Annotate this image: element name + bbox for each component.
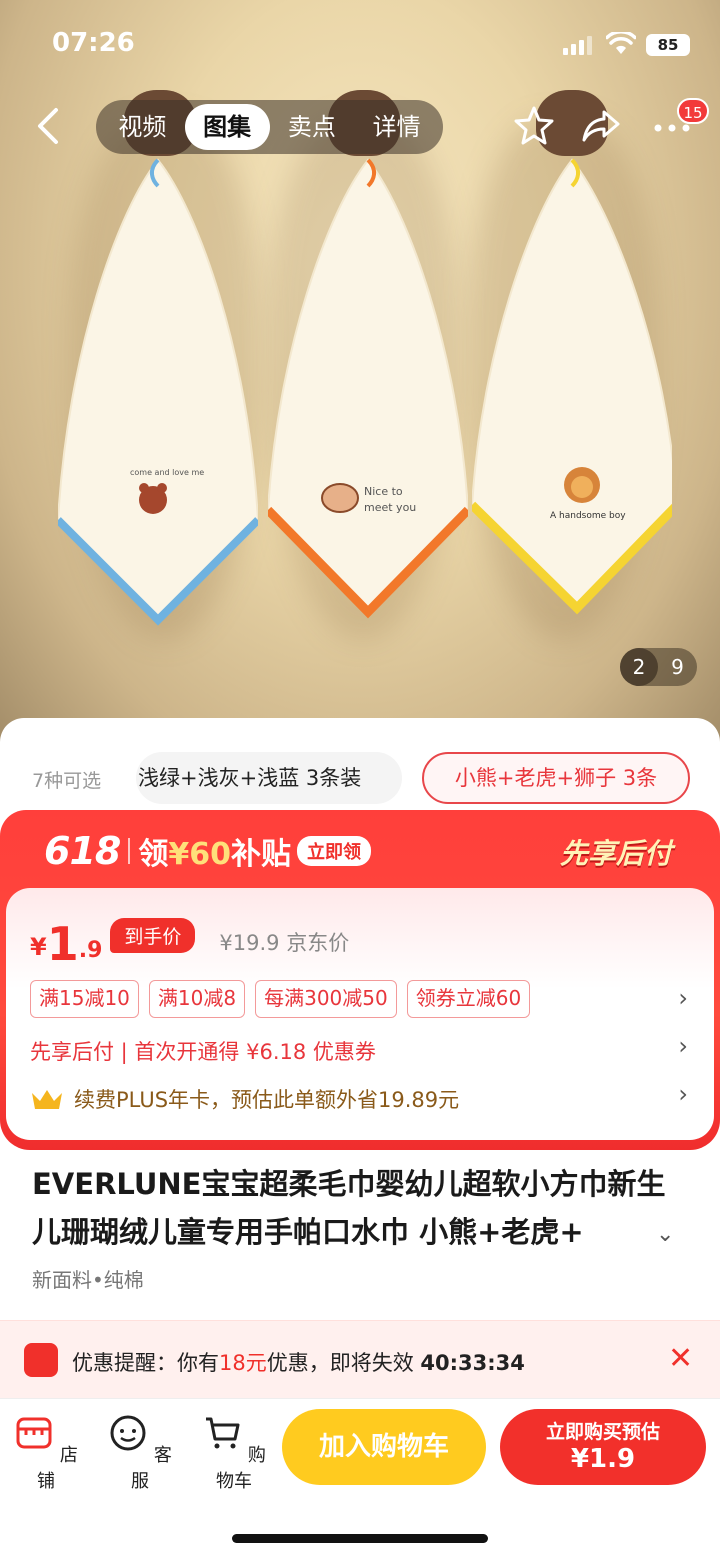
towel-blue-bear: come and love me: [55, 150, 261, 630]
chevron-down-icon[interactable]: ⌄: [656, 1222, 674, 1247]
gallery-total-count: 9: [671, 655, 684, 679]
status-bar: 07:26 85: [0, 22, 720, 66]
final-price-label: 到手价: [110, 918, 196, 953]
price-integer: 1: [46, 917, 79, 971]
tab-details[interactable]: 详情: [354, 104, 439, 150]
tab-gallery[interactable]: 图集: [184, 104, 270, 150]
towel-orange-tiger: Nice to meet you: [264, 150, 472, 630]
reminder-text: 优惠提醒：你有18元优惠，即将失效 40:33:34: [72, 1351, 525, 1375]
chevron-right-icon[interactable]: ›: [678, 1080, 688, 1108]
gallery-current-index: 2: [620, 648, 658, 686]
media-tab-bar: 视频 图集 卖点 详情: [96, 100, 443, 154]
favorite-star-icon[interactable]: [512, 104, 556, 148]
shop-button[interactable]: 店铺: [6, 1413, 86, 1493]
svg-text:A handsome boy: A handsome boy: [550, 511, 626, 521]
price-card: ¥ 1 .9 到手价 ¥19.9 京东价 满15减10 满10减8 每满300减…: [6, 888, 714, 1140]
variant-option-selected[interactable]: 小熊+老虎+狮子 3条: [422, 752, 690, 804]
status-time: 07:26: [52, 28, 135, 58]
pay-later-offer[interactable]: 先享后付 | 首次开通得 ¥6.18 优惠券: [30, 1036, 376, 1066]
coupon-tag[interactable]: 每满300减50: [255, 980, 397, 1018]
buy-now-label: 立即购买预估: [545, 1421, 660, 1443]
towel-yellow-lion: A handsome boy: [468, 150, 681, 630]
add-to-cart-button[interactable]: 加入购物车: [282, 1409, 486, 1485]
claim-now-button[interactable]: 立即领: [296, 836, 371, 866]
coupon-list[interactable]: 满15减10 满10减8 每满300减50 领券立减60: [30, 980, 531, 1018]
customer-service-button[interactable]: 客服: [100, 1413, 180, 1493]
close-icon[interactable]: ✕: [668, 1341, 693, 1376]
cart-button[interactable]: 购物车: [194, 1413, 274, 1493]
crown-icon: [32, 1090, 62, 1109]
coupon-tag[interactable]: 领券立减60: [406, 980, 531, 1018]
discount-reminder-bar[interactable]: 优惠提醒：你有18元优惠，即将失效 40:33:34 ✕: [0, 1320, 720, 1398]
store-icon: [16, 1417, 52, 1449]
coupon-tag[interactable]: 满10减8: [148, 980, 246, 1018]
chevron-right-icon[interactable]: ›: [678, 984, 688, 1012]
tab-video[interactable]: 视频: [100, 104, 185, 150]
price-row: ¥ 1 .9 到手价 ¥19.9 京东价: [30, 918, 349, 967]
plus-offer-text: 续费PLUS年卡，预估此单额外省19.89元: [74, 1088, 460, 1112]
signal-icon: [563, 36, 592, 55]
divider: [128, 838, 131, 864]
coupon-alert-icon: [24, 1343, 58, 1377]
variant-count: 7种可选: [32, 770, 102, 792]
svg-text:meet you: meet you: [364, 501, 416, 514]
share-icon[interactable]: [580, 104, 624, 148]
product-title: EVERLUNE宝宝超柔毛巾婴幼儿超软小方巾新生儿珊瑚绒儿童专用手帕口水巾 小熊…: [32, 1167, 666, 1249]
bottom-action-bar: 店铺 客服 购物车 加入购物车 立即购买预估 ¥1.9: [0, 1398, 720, 1494]
buy-now-button[interactable]: 立即购买预估 ¥1.9: [500, 1409, 706, 1485]
gallery-page-indicator: 2 9: [620, 648, 697, 686]
subsidy-header[interactable]: 618 领¥60补贴 立即领: [44, 826, 371, 876]
wifi-icon: [606, 32, 636, 54]
svg-text:come and love me: come and love me: [130, 468, 204, 477]
original-price: ¥19.9 京东价: [219, 931, 350, 955]
plus-membership-offer[interactable]: 续费PLUS年卡，预估此单额外省19.89元: [30, 1084, 459, 1114]
back-icon[interactable]: [30, 104, 70, 148]
battery-icon: 85: [646, 34, 690, 56]
buy-now-price: ¥1.9: [570, 1444, 636, 1474]
currency-symbol: ¥: [30, 933, 47, 961]
chat-face-icon: [110, 1415, 146, 1451]
coupon-tag[interactable]: 满15减10: [30, 980, 139, 1018]
price-decimal: .9: [78, 938, 103, 963]
event-618-logo: 618: [44, 829, 121, 873]
product-subtitle: 新面料•纯棉: [32, 1268, 144, 1292]
home-indicator[interactable]: [232, 1534, 488, 1543]
svg-text:Nice to: Nice to: [364, 485, 403, 498]
promo-banner: 618 领¥60补贴 立即领 先享后付 ¥ 1 .9 到手价 ¥19.9 京东价…: [0, 810, 720, 1150]
tab-selling-points[interactable]: 卖点: [270, 104, 355, 150]
chevron-right-icon[interactable]: ›: [678, 1032, 688, 1060]
notification-badge: 15: [677, 98, 709, 124]
variant-option[interactable]: 浅绿+浅灰+浅蓝 3条装: [136, 752, 402, 804]
shopping-cart-icon: [206, 1417, 240, 1449]
subsidy-text: 领¥60补贴: [138, 837, 291, 872]
pay-later-badge: 先享后付: [559, 837, 672, 870]
